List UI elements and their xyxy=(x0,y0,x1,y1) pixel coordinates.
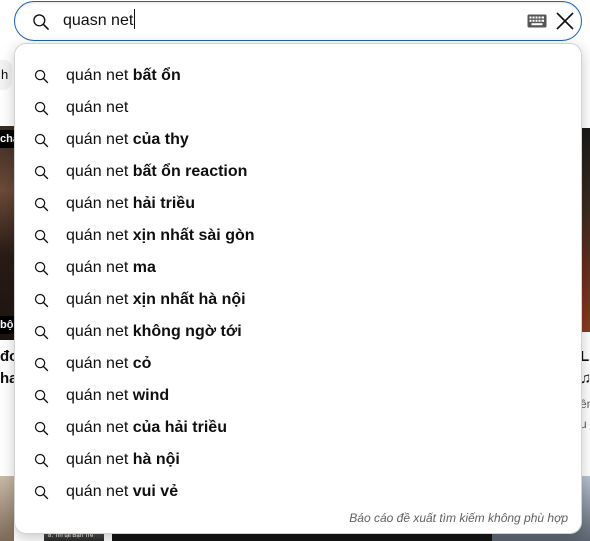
suggestion-completion: wind xyxy=(128,387,170,404)
suggestion-item[interactable]: quán net bất ổn reaction xyxy=(15,156,581,188)
suggestion-item[interactable]: quán net wind xyxy=(15,380,581,412)
search-icon xyxy=(34,325,49,339)
suggestion-text: quán net xịn nhất sài gòn xyxy=(66,227,255,245)
suggestion-text: quán net ma xyxy=(66,259,156,277)
suggestion-completion: ma xyxy=(128,259,156,276)
text-caret xyxy=(134,9,136,30)
suggestion-prefix: quán net xyxy=(66,99,129,116)
suggestion-prefix: quán net xyxy=(66,451,129,468)
suggestion-item[interactable]: quán net của thy xyxy=(15,124,581,156)
search-icon xyxy=(34,133,49,147)
search-box[interactable]: quasn net xyxy=(14,1,582,41)
suggestion-prefix: quán net xyxy=(66,163,129,180)
search-suggestions-dropdown: quán net bất ổn quán net quán net của thy q… xyxy=(14,43,582,534)
search-icon xyxy=(34,485,49,499)
suggestion-completion: xịn nhất hà nội xyxy=(128,291,246,308)
suggestion-text: quán net bất ổn xyxy=(66,67,181,85)
thumbnail-caption-bottom: bộ xyxy=(0,316,14,334)
filter-chip-label: h xyxy=(1,67,9,82)
search-icon xyxy=(34,389,49,403)
suggestion-item[interactable]: quán net vui vẻ xyxy=(15,476,581,508)
suggestion-item[interactable]: quán net hải triều xyxy=(15,188,581,220)
suggestion-prefix: quán net xyxy=(66,227,129,244)
suggestion-prefix: quán net xyxy=(66,67,129,84)
search-icon xyxy=(34,453,49,467)
suggestion-text: quán net xịn nhất hà nội xyxy=(66,291,246,309)
suggestion-completion: xịn nhất sài gòn xyxy=(128,227,255,244)
suggestion-item[interactable]: quán net ma xyxy=(15,252,581,284)
suggestion-item[interactable]: quán net xịn nhất hà nội xyxy=(15,284,581,316)
search-icon xyxy=(34,165,49,179)
suggestion-prefix: quán net xyxy=(66,131,129,148)
suggestion-prefix: quán net xyxy=(66,355,129,372)
search-query: quasn net xyxy=(63,12,134,29)
suggestion-item[interactable]: quán net cỏ xyxy=(15,348,581,380)
keyboard-icon[interactable] xyxy=(527,14,547,28)
report-suggestions-link[interactable]: Báo cáo đề xuất tìm kiếm không phù hợp xyxy=(349,511,568,525)
close-icon[interactable] xyxy=(555,11,575,31)
suggestion-completion: bất ổn reaction xyxy=(128,163,248,180)
search-icon xyxy=(34,421,49,435)
suggestion-item[interactable]: quán net xyxy=(15,92,581,124)
suggestion-prefix: quán net xyxy=(66,259,129,276)
suggestion-item[interactable]: quán net hà nội xyxy=(15,444,581,476)
suggestion-text: quán net của thy xyxy=(66,131,189,149)
suggestion-text: quán net vui vẻ xyxy=(66,483,178,501)
filter-chip-fragment[interactable]: h xyxy=(0,60,12,90)
suggestion-prefix: quán net xyxy=(66,483,129,500)
suggestion-text: quán net bất ổn reaction xyxy=(66,163,247,181)
suggestion-item[interactable]: quán net không ngờ tới xyxy=(15,316,581,348)
suggestion-text: quán net hà nội xyxy=(66,451,180,469)
suggestion-text: quán net của hải triều xyxy=(66,419,227,437)
suggestion-completion: không ngờ tới xyxy=(128,323,242,340)
search-icon xyxy=(34,101,49,115)
search-icon xyxy=(34,357,49,371)
suggestion-prefix: quán net xyxy=(66,387,129,404)
video-title-left[interactable]: đơ ha xyxy=(0,346,14,390)
search-icon xyxy=(34,69,49,83)
search-icon xyxy=(34,261,49,275)
suggestion-item[interactable]: quán net xịn nhất sài gòn xyxy=(15,220,581,252)
suggestion-prefix: quán net xyxy=(66,195,129,212)
search-icon xyxy=(33,14,49,30)
suggestion-prefix: quán net xyxy=(66,419,129,436)
suggestion-text: quán net xyxy=(66,99,128,117)
suggestion-completion: của hải triều xyxy=(128,419,227,436)
suggestion-completion: cỏ xyxy=(128,355,152,372)
suggestion-item[interactable]: quán net của hải triều xyxy=(15,412,581,444)
suggestion-text: quán net cỏ xyxy=(66,355,151,373)
search-icon xyxy=(34,197,49,211)
suggestion-list: quán net bất ổn quán net quán net của thy q… xyxy=(15,60,581,508)
suggestion-prefix: quán net xyxy=(66,291,129,308)
suggestion-text: quán net wind xyxy=(66,387,169,405)
video-thumbnail-bottom-1[interactable] xyxy=(0,476,14,541)
suggestion-prefix: quán net xyxy=(66,323,129,340)
search-icon xyxy=(34,229,49,243)
video-thumbnail-left[interactable]: cha bộ xyxy=(0,126,14,340)
suggestion-text: quán net không ngờ tới xyxy=(66,323,242,341)
suggestion-completion: vui vẻ xyxy=(128,483,179,500)
suggestion-completion: của thy xyxy=(128,131,189,148)
search-input[interactable]: quasn net xyxy=(63,2,136,40)
search-icon xyxy=(34,293,49,307)
suggestion-item[interactable]: quán net bất ổn xyxy=(15,60,581,92)
suggestion-completion: hải triều xyxy=(128,195,195,212)
suggestion-completion: hà nội xyxy=(128,451,180,468)
thumbnail-caption-top: cha xyxy=(0,130,14,148)
suggestion-completion: bất ổn xyxy=(128,67,181,84)
suggestion-text: quán net hải triều xyxy=(66,195,195,213)
